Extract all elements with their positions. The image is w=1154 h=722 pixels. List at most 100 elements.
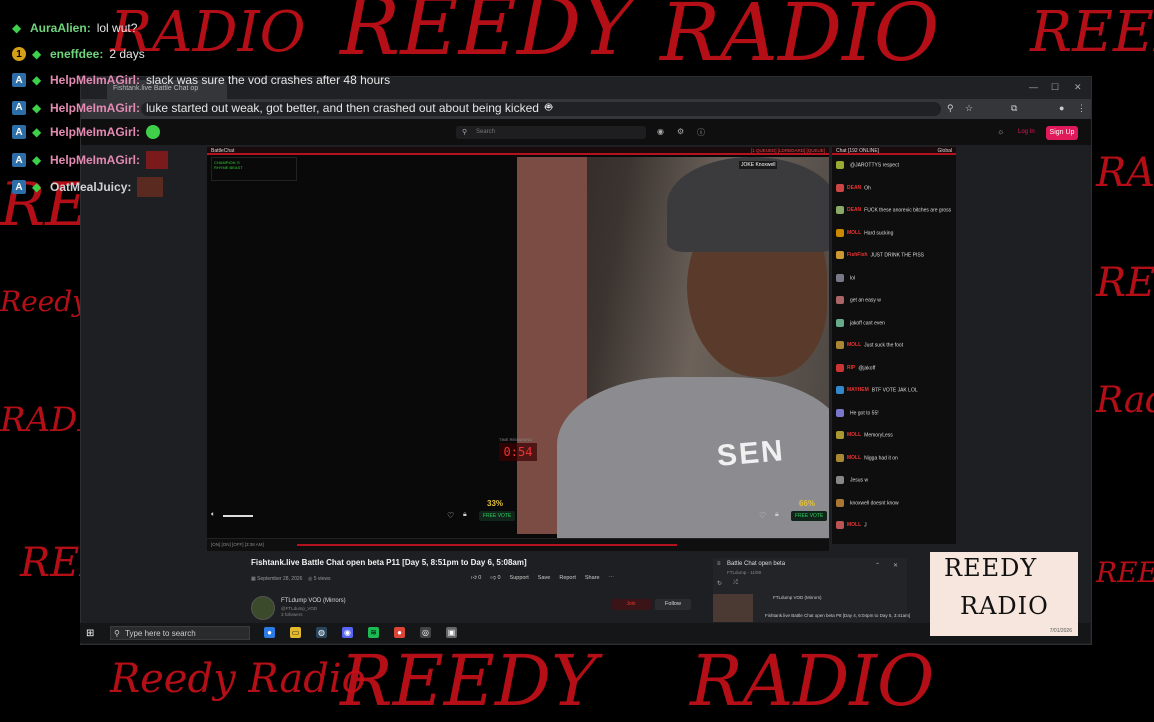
- profile-icon[interactable]: ●: [1059, 103, 1064, 113]
- chat-avatar[interactable]: [836, 453, 844, 462]
- chat-username[interactable]: MOLL: [847, 432, 861, 438]
- settings-icon[interactable]: ⚙: [677, 127, 684, 136]
- related-title[interactable]: Fishtank.live Battle Chat open beta P8 […: [765, 613, 910, 618]
- app-icon[interactable]: ▣: [446, 627, 457, 638]
- info-icon[interactable]: ⓘ: [697, 127, 705, 138]
- seek-bar[interactable]: [297, 544, 677, 546]
- sub-badge-icon: 1: [12, 47, 26, 61]
- close-icon[interactable]: ✕: [1074, 82, 1082, 93]
- mini-subtitle: FTLdump - 11/59: [727, 570, 762, 575]
- free-vote-button-left[interactable]: FREE VOTE: [479, 511, 516, 521]
- collapse-icon[interactable]: ⌃: [875, 562, 880, 569]
- volume-slider[interactable]: [223, 515, 253, 517]
- chat-message-row: RIP @jakoff: [836, 363, 954, 372]
- share-button[interactable]: Share: [585, 575, 600, 581]
- chat-avatar[interactable]: [836, 251, 844, 259]
- chat-text: Just suck the foot: [864, 342, 904, 349]
- chrome-alt-icon[interactable]: ●: [394, 627, 405, 638]
- chat-avatar[interactable]: [836, 228, 844, 237]
- discord-icon[interactable]: ◉: [342, 627, 353, 638]
- chat-avatar[interactable]: [836, 296, 844, 304]
- more-icon[interactable]: ⋯: [609, 575, 615, 581]
- chat-username[interactable]: DEAN: [847, 185, 861, 191]
- like-button[interactable]: 👍︎ 0: [471, 575, 481, 581]
- chat-username[interactable]: MOLL: [847, 455, 861, 461]
- chat-avatar[interactable]: [836, 521, 844, 529]
- chat-username: OatMealJuicy:: [50, 180, 132, 194]
- chat-username[interactable]: RIP: [847, 365, 855, 371]
- video-player[interactable]: BattleChat [1 QUEUED] [LDRBOARD] [QUEUE]…: [207, 147, 829, 544]
- heart-icon[interactable]: ♡: [759, 511, 766, 520]
- chat-avatar[interactable]: [836, 476, 844, 484]
- chat-text: Nigga had it on: [864, 454, 898, 461]
- chrome-icon[interactable]: ●: [264, 627, 275, 638]
- spotify-icon[interactable]: ≋: [368, 627, 379, 638]
- chat-avatar[interactable]: [836, 318, 844, 327]
- windows-start-icon[interactable]: ⊞: [86, 628, 94, 639]
- emote-icon: [146, 151, 169, 169]
- logo-date: 7/01/2026: [1049, 628, 1072, 634]
- chat-username: eneffdee:: [50, 47, 104, 61]
- chat-text: He got to 55!: [850, 409, 879, 416]
- file-explorer-icon[interactable]: ▭: [290, 627, 301, 638]
- chat-avatar[interactable]: [836, 363, 844, 372]
- chat-avatar[interactable]: [836, 341, 844, 349]
- extension-icon[interactable]: ⧉: [1011, 103, 1017, 114]
- chat-avatar[interactable]: [836, 408, 844, 417]
- upload-icon[interactable]: ◉: [657, 127, 664, 136]
- volume-icon[interactable]: 🔈︎: [211, 511, 215, 519]
- maximize-icon[interactable]: ☐: [1051, 82, 1059, 93]
- chat-avatar[interactable]: [836, 431, 844, 439]
- free-vote-button-right[interactable]: FREE VOTE: [791, 511, 828, 521]
- chat-avatar[interactable]: [836, 183, 844, 192]
- theme-icon[interactable]: ☼: [997, 127, 1004, 136]
- star-icon[interactable]: ☆: [965, 103, 973, 114]
- chat-avatar[interactable]: [836, 498, 844, 507]
- taskbar-search[interactable]: ⚲ Type here to search: [110, 626, 250, 640]
- follower-count: 3 followers: [281, 612, 303, 617]
- chat-username[interactable]: FishFish: [847, 252, 868, 258]
- steam-icon[interactable]: ◍: [316, 627, 327, 638]
- loop-icon[interactable]: ↻: [717, 580, 722, 587]
- chat-username[interactable]: MOLL: [847, 342, 861, 348]
- chat-scope[interactable]: Global: [938, 147, 952, 155]
- related-thumbnail[interactable]: [713, 594, 753, 612]
- search-placeholder: Search: [476, 129, 496, 135]
- diamond-icon: ◆: [32, 153, 42, 167]
- chat-avatar[interactable]: [836, 386, 844, 394]
- close-mini-icon[interactable]: ✕: [893, 562, 898, 569]
- channel-avatar[interactable]: [251, 596, 275, 620]
- follow-button[interactable]: Follow: [655, 599, 691, 610]
- signup-button[interactable]: Sign Up: [1046, 126, 1078, 140]
- chat-username[interactable]: MOLL: [847, 522, 861, 528]
- overlay-chat-line: ◆ AuraAlien: lol wut?: [12, 21, 137, 35]
- login-link[interactable]: Log In: [1018, 129, 1035, 135]
- chat-avatar[interactable]: [836, 206, 844, 214]
- save-button[interactable]: Save: [538, 575, 551, 581]
- report-button[interactable]: Report: [559, 575, 576, 581]
- emote-icon: [137, 177, 164, 197]
- related-thumbnail[interactable]: [713, 612, 753, 622]
- search-input[interactable]: ⚲ Search: [456, 126, 646, 139]
- chat-username[interactable]: MOLL: [847, 230, 861, 236]
- playlist-icon: ≡: [717, 561, 721, 567]
- chat-username[interactable]: MAYHEM: [847, 387, 869, 393]
- zoom-icon[interactable]: ⚲: [947, 103, 954, 114]
- lock-icon[interactable]: 🔒︎: [775, 511, 779, 519]
- upload-date: September 28, 2026: [257, 576, 303, 582]
- chat-avatar[interactable]: [836, 273, 844, 282]
- menu-icon[interactable]: ⋮: [1077, 103, 1086, 114]
- lock-icon[interactable]: 🔒︎: [463, 511, 467, 519]
- dislike-button[interactable]: 👎︎ 0: [490, 575, 500, 581]
- support-button[interactable]: Support: [510, 575, 529, 581]
- obs-icon[interactable]: ◎: [420, 627, 431, 638]
- related-title[interactable]: FTLdump VOD (Mirrors): [773, 595, 822, 600]
- heart-icon[interactable]: ♡: [447, 511, 454, 520]
- chat-username[interactable]: DEAN: [847, 207, 861, 213]
- chat-avatar[interactable]: [836, 161, 844, 169]
- shuffle-icon[interactable]: ⤮: [733, 580, 738, 587]
- minimize-icon[interactable]: —: [1029, 82, 1038, 92]
- join-button[interactable]: Join: [611, 599, 651, 610]
- channel-name[interactable]: FTLdump VOD (Mirrors): [281, 598, 346, 604]
- bg-watermark: Reedy Radio: [110, 656, 366, 702]
